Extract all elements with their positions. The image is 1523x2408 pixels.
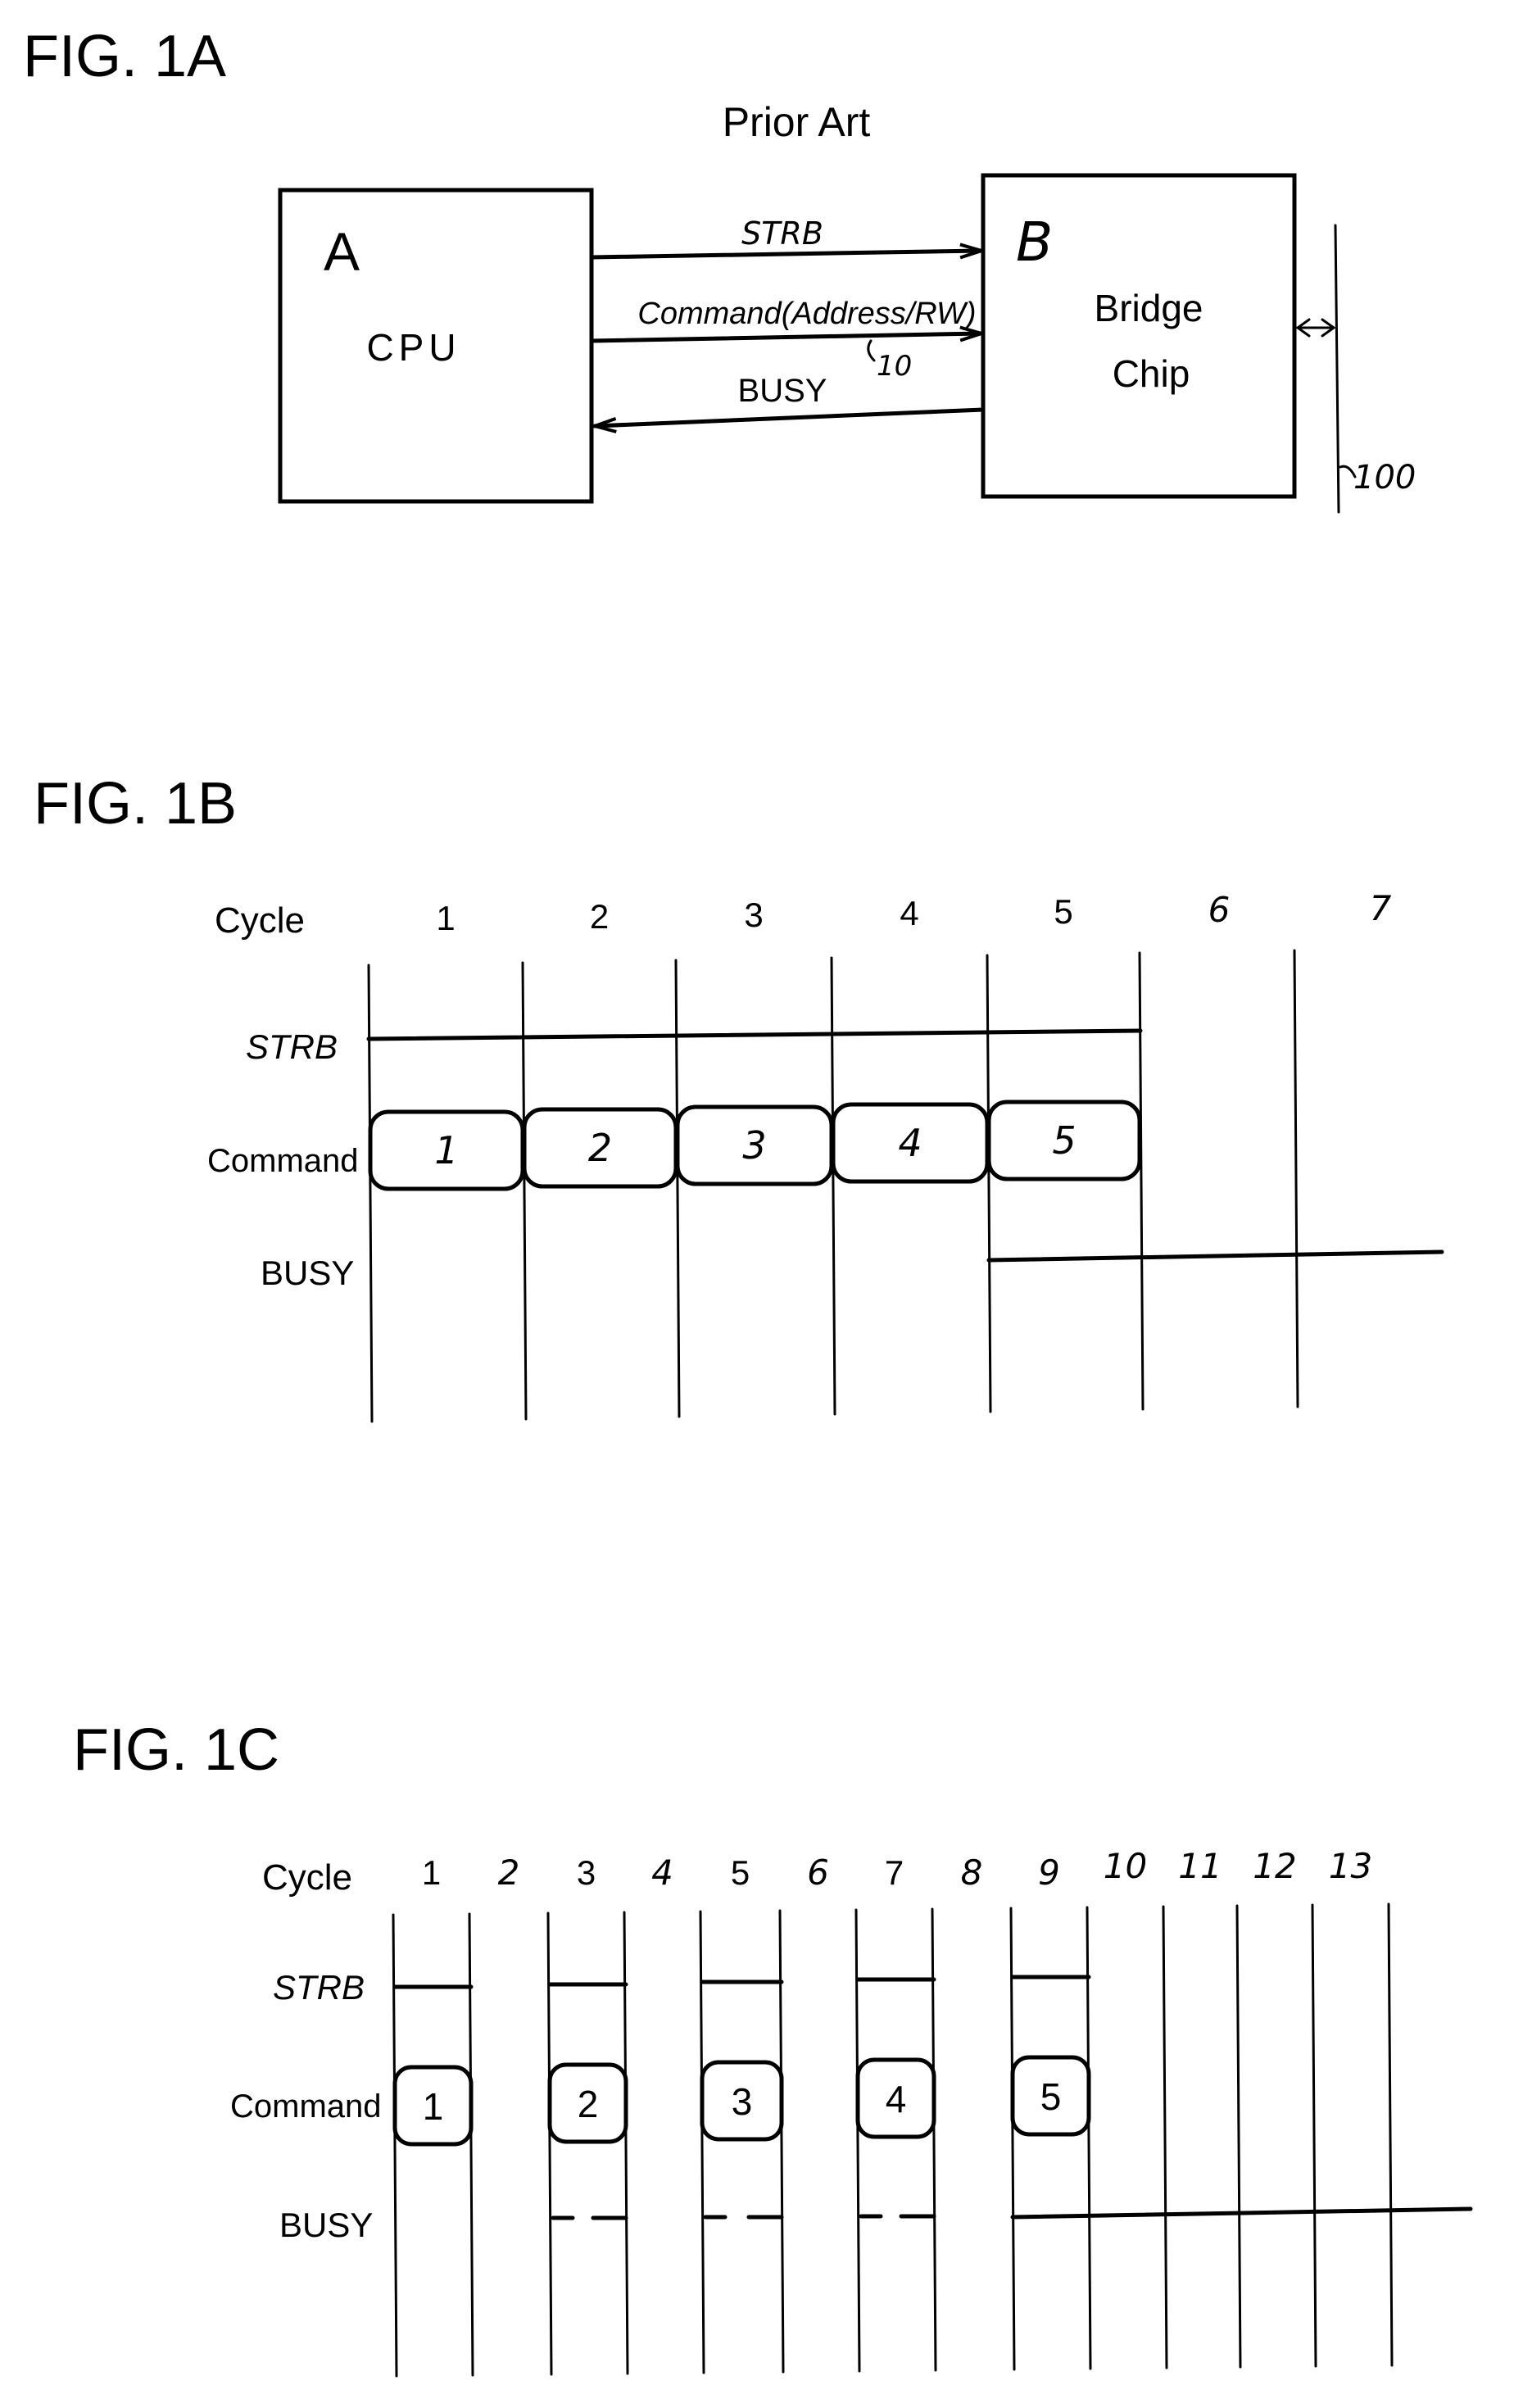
fig-1c-gridline <box>623 1911 629 2375</box>
bus-line <box>1334 224 1340 514</box>
fig-1c-cycle-number: 4 <box>651 1852 673 1893</box>
bridge-letter: B <box>1016 211 1053 274</box>
fig-1c-cycle-number: 8 <box>961 1852 983 1893</box>
fig-1b-cycle-number: 1 <box>436 899 455 937</box>
fig-1c-gridline <box>1162 1905 1168 2369</box>
fig-1c-cycle-number: 9 <box>1038 1852 1060 1893</box>
fig-1c-gridline <box>468 1912 474 2377</box>
bridge-chip-block: B Bridge Chip <box>981 173 1297 499</box>
fig-1c-strb-signal <box>392 1975 1091 1989</box>
fig-1c-cycle-number: 2 <box>498 1852 520 1893</box>
fig-1c-cycle-numbers: 1 2 3 4 5 6 7 8 9 10 11 12 13 <box>422 1846 1372 1893</box>
fig-1c-cycle-label: Cycle <box>262 1857 352 1898</box>
fig-1b-cycle-number: 5 <box>1054 892 1072 931</box>
system-bus: 100 <box>1295 224 1416 514</box>
strb-label: STRB <box>741 215 823 252</box>
fig-1c-cycle-number: 6 <box>807 1852 829 1893</box>
bridge-label-line2: Chip <box>1113 352 1190 395</box>
fig-1c-command-number: 2 <box>578 2083 599 2125</box>
fig-1b-command-label: Command <box>207 1143 359 1179</box>
cpu-label: CPU <box>366 326 460 369</box>
fig-1c-gridline <box>546 1911 553 2376</box>
fig-1c-cycle-number: 12 <box>1253 1846 1296 1886</box>
ref-10-leader <box>867 339 876 362</box>
fig-1c-command-label: Command <box>230 2088 382 2125</box>
fig-1c-gridline <box>1387 1902 1394 2367</box>
busy-arrow <box>592 407 986 426</box>
fig-1c-busy-solid <box>1010 2206 1473 2220</box>
prior-art-caption: Prior Art <box>723 99 871 145</box>
fig-1b-strb-signal <box>366 1028 1143 1041</box>
command-arrow <box>589 333 984 343</box>
fig-1c-strb-label: STRB <box>273 1968 365 2007</box>
cpu-letter: A <box>324 221 360 282</box>
fig-1b-gridline <box>367 964 374 1423</box>
fig-1b-strb-label: STRB <box>246 1027 338 1066</box>
fig-1c: FIG. 1C Cycle STRB Command BUSY 12345678… <box>73 1717 1473 2378</box>
fig-1c-cycle-number: 11 <box>1178 1846 1222 1886</box>
fig-1c-cycle-number: 7 <box>885 1853 904 1892</box>
fig-1b-command-number: 5 <box>1052 1118 1076 1163</box>
patent-figure-sheet: FIG. 1A Prior Art A CPU B Bridge Chip ST… <box>23 24 1473 2378</box>
fig-1b-busy-signal <box>986 1249 1444 1263</box>
signal-command: Command(Address/RW) 10 <box>589 297 984 383</box>
fig-1b-busy-label: BUSY <box>261 1254 354 1292</box>
fig-1b-gridline <box>521 961 528 1421</box>
ref-100-label: 100 <box>1353 459 1416 497</box>
fig-1b-command-number: 1 <box>434 1128 458 1172</box>
fig-1b-cycle-number: 6 <box>1208 890 1231 930</box>
busy-label: BUSY <box>738 373 827 409</box>
fig-1b-command-number: 3 <box>742 1123 766 1168</box>
fig-1c-gridline <box>1311 1903 1317 2368</box>
fig-1b-command-number: 2 <box>588 1126 612 1170</box>
fig-1c-gridline <box>392 1913 398 2378</box>
fig-1c-cycle-number: 10 <box>1104 1846 1147 1886</box>
cpu-block: A CPU <box>278 188 594 504</box>
fig-1b-gridline <box>1138 951 1145 1411</box>
fig-1a: FIG. 1A Prior Art A CPU B Bridge Chip ST… <box>23 24 1416 514</box>
fig-1c-cycle-gridlines <box>392 1902 1394 2378</box>
strb-arrow <box>589 251 984 260</box>
fig-1c-command-number: 1 <box>423 2085 444 2128</box>
signal-busy: BUSY <box>592 373 986 426</box>
fig-1c-cycle-number: 3 <box>577 1853 596 1892</box>
ref-10-label: 10 <box>877 350 912 383</box>
fig-1c-busy-signal <box>551 2214 936 2220</box>
fig-1b-gridline <box>830 956 836 1416</box>
fig-1b-cycle-label: Cycle <box>215 900 305 941</box>
fig-1b-gridline <box>1293 949 1299 1408</box>
fig-1c-gridline <box>1235 1904 1242 2369</box>
fig-1c-busy-label: BUSY <box>279 2206 373 2244</box>
fig-1c-command-number: 4 <box>886 2078 907 2120</box>
signal-strb: STRB <box>589 215 984 260</box>
fig-1b-command-number: 4 <box>898 1121 922 1165</box>
fig-1c-cycle-number: 13 <box>1329 1846 1372 1886</box>
fig-1b-cycle-number: 4 <box>900 894 918 932</box>
fig-1b-gridline <box>674 959 681 1418</box>
fig-1b-cycle-number: 7 <box>1370 888 1392 928</box>
fig-1b-cycle-number: 3 <box>744 896 763 934</box>
fig-1b-label: FIG. 1B <box>34 771 237 837</box>
fig-1b: FIG. 1B Cycle STRB Command BUSY 1234567 … <box>34 771 1444 1423</box>
fig-1c-cycle-number: 1 <box>422 1853 441 1892</box>
fig-1c-label: FIG. 1C <box>73 1717 279 1783</box>
fig-1b-gridline <box>986 954 992 1413</box>
bridge-label-line1: Bridge <box>1095 287 1203 329</box>
fig-1a-label: FIG. 1A <box>23 24 226 89</box>
fig-1c-command-number: 5 <box>1040 2075 1062 2118</box>
fig-1b-cycle-number: 2 <box>590 897 609 936</box>
command-label: Command(Address/RW) <box>637 297 976 331</box>
fig-1c-cycle-number: 5 <box>731 1853 750 1892</box>
fig-1c-gridline <box>778 1909 785 2374</box>
fig-1b-cycle-numbers: 1 2 3 4 5 6 7 <box>436 888 1391 937</box>
fig-1c-command-slots: 1 2 3 4 5 <box>392 2055 1091 2147</box>
fig-1c-command-number: 3 <box>732 2080 753 2123</box>
fig-1b-command-slots: 1 2 3 4 5 <box>368 1100 1142 1191</box>
